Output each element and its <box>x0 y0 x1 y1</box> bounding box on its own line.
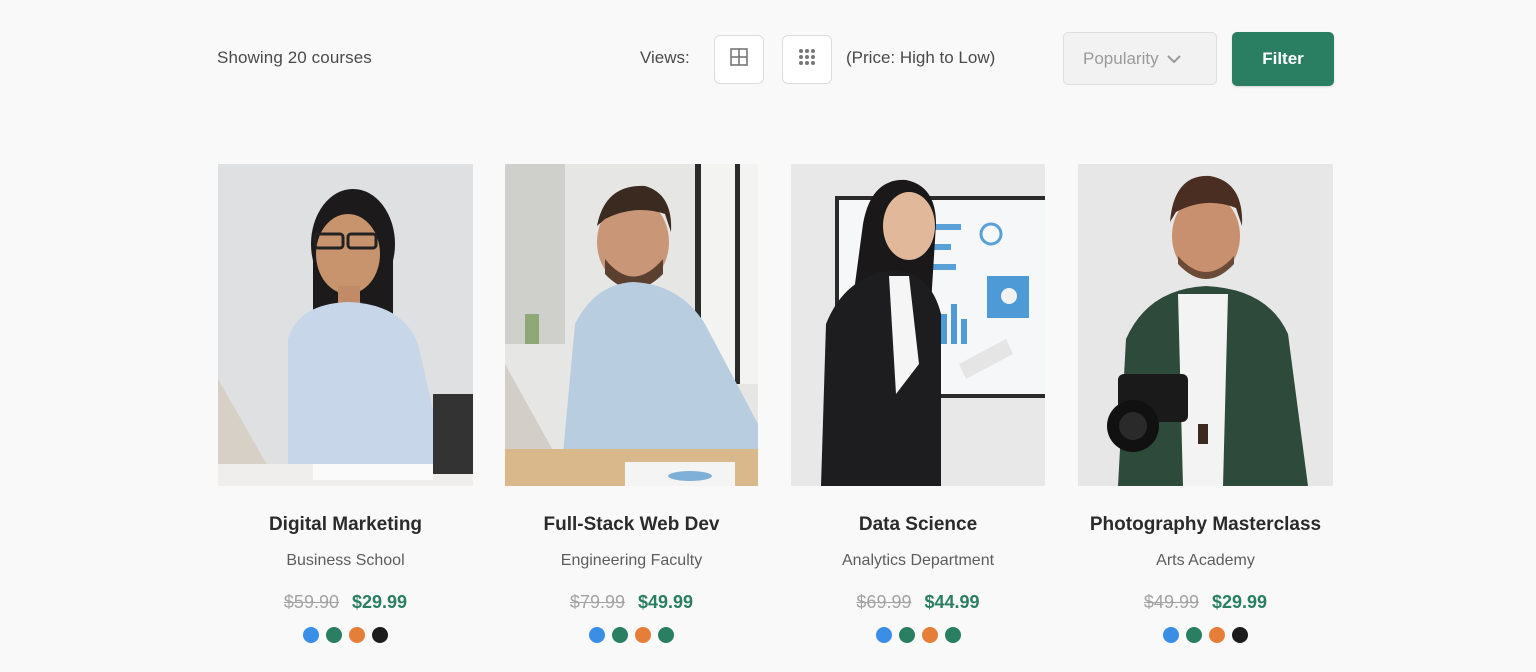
course-image[interactable] <box>1078 164 1333 486</box>
sort-description: (Price: High to Low) <box>846 48 996 67</box>
color-swatch[interactable] <box>612 627 628 643</box>
course-department: Business School <box>286 552 405 569</box>
color-swatches <box>218 627 473 643</box>
course-card[interactable]: Digital Marketing Business School $59.90… <box>218 164 473 643</box>
color-swatch[interactable] <box>349 627 365 643</box>
course-department: Arts Academy <box>1156 552 1255 569</box>
course-price: $69.99 $44.99 <box>791 592 1045 613</box>
sort-select[interactable]: Popularity <box>1063 32 1217 85</box>
course-department: Engineering Faculty <box>560 552 703 569</box>
views-label: Views: <box>640 48 690 67</box>
course-image[interactable] <box>218 164 473 486</box>
color-swatch[interactable] <box>303 627 319 643</box>
filter-button[interactable]: Filter <box>1232 32 1334 86</box>
toolbar: Showing 20 courses Views: (Price: High t… <box>0 0 1536 118</box>
color-swatch[interactable] <box>898 627 915 643</box>
color-swatch[interactable] <box>921 627 938 643</box>
color-swatch[interactable] <box>658 627 674 643</box>
chevron-down-icon <box>1166 54 1181 64</box>
original-price: $49.99 <box>1143 592 1199 612</box>
sale-price: $29.99 <box>352 592 408 612</box>
color-swatch[interactable] <box>326 627 342 643</box>
color-swatch[interactable] <box>372 627 388 643</box>
color-swatch[interactable] <box>1209 627 1225 643</box>
course-price: $49.99 $29.99 <box>1078 592 1333 613</box>
color-swatch[interactable] <box>635 627 651 643</box>
sale-price: $44.99 <box>924 592 980 612</box>
grid-3x3-icon <box>797 47 817 72</box>
course-card[interactable]: Photography Masterclass Arts Academy $49… <box>1078 164 1333 643</box>
course-title[interactable]: Full-Stack Web Dev <box>505 514 758 536</box>
course-image[interactable] <box>505 164 758 486</box>
course-card[interactable]: Full-Stack Web Dev Engineering Faculty $… <box>505 164 758 643</box>
color-swatch[interactable] <box>944 627 961 643</box>
color-swatch[interactable] <box>1232 627 1248 643</box>
color-swatches <box>505 627 758 643</box>
original-price: $69.99 <box>856 592 912 612</box>
grid-2x2-view-button[interactable] <box>714 35 764 84</box>
course-image[interactable] <box>791 164 1045 486</box>
course-title[interactable]: Photography Masterclass <box>1078 514 1333 536</box>
original-price: $59.90 <box>283 592 339 612</box>
course-price: $79.99 $49.99 <box>505 592 758 613</box>
color-swatch[interactable] <box>875 627 892 643</box>
color-swatch[interactable] <box>589 627 605 643</box>
sale-price: $29.99 <box>1212 592 1268 612</box>
grid-3x3-view-button[interactable] <box>782 35 832 84</box>
course-price: $59.90 $29.99 <box>218 592 473 613</box>
color-swatch[interactable] <box>1163 627 1179 643</box>
color-swatches <box>1078 627 1333 643</box>
color-swatches <box>791 627 1045 643</box>
sale-price: $49.99 <box>638 592 694 612</box>
course-department: Analytics Department <box>841 552 995 569</box>
original-price: $79.99 <box>569 592 625 612</box>
course-title[interactable]: Data Science <box>791 514 1045 536</box>
course-title[interactable]: Digital Marketing <box>218 514 473 536</box>
course-card[interactable]: Data Science Analytics Department $69.99… <box>791 164 1045 643</box>
results-count: Showing 20 courses <box>217 48 372 67</box>
grid-2x2-icon <box>730 48 748 71</box>
sort-select-value: Popularity <box>1083 48 1159 68</box>
color-swatch[interactable] <box>1186 627 1202 643</box>
